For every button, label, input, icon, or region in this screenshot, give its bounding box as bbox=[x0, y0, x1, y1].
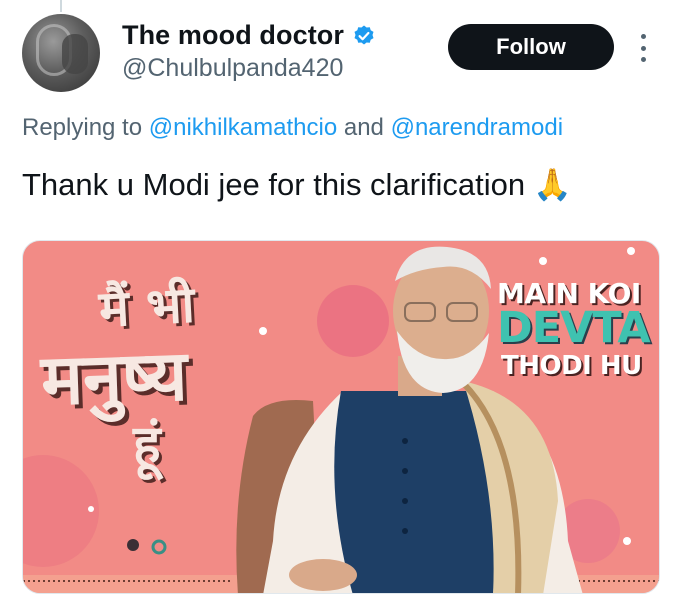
english-caption-line: THODI HU bbox=[501, 351, 642, 381]
english-caption-line: DEVTA bbox=[497, 303, 651, 353]
tweet-text: Thank u Modi jee for this clarification … bbox=[22, 166, 572, 203]
avatar[interactable] bbox=[22, 14, 100, 92]
follow-button[interactable]: Follow bbox=[448, 24, 614, 70]
folded-hands-emoji: 🙏 bbox=[533, 167, 572, 202]
author-name-row: The mood doctor bbox=[122, 20, 376, 51]
display-name[interactable]: The mood doctor bbox=[122, 20, 344, 51]
replying-connector: and bbox=[343, 114, 384, 141]
avatar-shape bbox=[62, 34, 88, 74]
hindi-caption-line: हूं bbox=[133, 414, 161, 475]
tweet-image[interactable]: मैं भी मनुष्य हूं MAIN KOI DEVTA THODI H… bbox=[22, 240, 660, 594]
mention-link[interactable]: @narendramodi bbox=[391, 114, 563, 141]
tweet-body: Thank u Modi jee for this clarification bbox=[22, 166, 526, 202]
replying-prefix: Replying to bbox=[22, 114, 143, 141]
verified-badge-icon bbox=[354, 25, 374, 44]
mention-link[interactable]: @nikhilkamathcio bbox=[149, 114, 337, 141]
user-handle[interactable]: @Chulbulpanda420 bbox=[122, 54, 343, 83]
more-options-icon[interactable] bbox=[636, 34, 650, 62]
thread-connector-line bbox=[60, 0, 62, 12]
replying-to-line: Replying to @nikhilkamathcio and @narend… bbox=[22, 114, 563, 142]
hindi-caption-line: मनुष्य bbox=[39, 333, 189, 422]
